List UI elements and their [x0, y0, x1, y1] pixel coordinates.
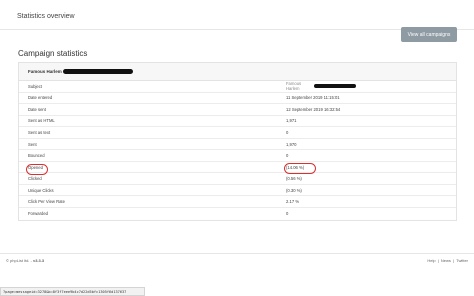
row-value: 1,970: [286, 141, 297, 147]
row-value: 12 September 2019 16:32:54: [286, 106, 341, 112]
footer-separator: |: [453, 258, 455, 263]
opened-label-annotation: [26, 164, 48, 175]
table-row: Opened (14.06 %): [19, 162, 456, 174]
table-row: Unique Clicks (0.30 %): [19, 185, 456, 197]
page-title: Statistics overview: [17, 13, 75, 20]
row-label: Date entered: [28, 95, 53, 101]
status-bar-url: ?page=messageid=3278&b=8f3f7eee9b4c7d22d…: [0, 287, 145, 296]
table-row: Clicked (0.56 %): [19, 173, 456, 185]
section-title: Campaign statistics: [18, 49, 88, 58]
footer-copyright: © phpList ltd. - v3.3.3: [6, 258, 44, 263]
table-row: Click Per View Rate 2.17 %: [19, 196, 456, 209]
row-label: Sent: [28, 141, 37, 147]
row-label: Bounced: [28, 153, 45, 159]
row-value: (0.56 %): [286, 176, 302, 182]
footer-links: Help | News | Twitter: [426, 258, 468, 263]
row-label: Forwarded: [28, 211, 49, 217]
copyright-text: © phpList ltd. -: [6, 258, 32, 263]
campaign-name-header: Famous Harlem: [19, 63, 456, 81]
campaign-name: Famous Harlem: [28, 69, 62, 74]
redaction-bar: [314, 84, 356, 89]
row-label: Click Per View Rate: [28, 199, 65, 205]
row-label: Unique Clicks: [28, 187, 54, 193]
table-row: Sent 1,970: [19, 139, 456, 151]
footer-divider: [0, 253, 474, 254]
campaign-stats-table: Famous Harlem Subject Famous Harlem Date e…: [18, 62, 457, 221]
row-value: 0: [286, 211, 289, 217]
row-label: Subject: [28, 83, 42, 89]
row-value: Famous Harlem: [286, 81, 302, 92]
table-row: Forwarded 0: [19, 208, 456, 220]
footer-link-news[interactable]: News: [441, 258, 451, 263]
footer-separator: |: [437, 258, 439, 263]
row-value: (0.30 %): [286, 187, 302, 193]
view-all-campaigns-button[interactable]: View all campaigns: [401, 27, 457, 42]
table-row: Bounced 0: [19, 150, 456, 162]
table-row: Subject Famous Harlem: [19, 81, 456, 93]
row-label: Sent as text: [28, 129, 51, 135]
row-value: 11 September 2019 11:15:01: [286, 95, 340, 101]
footer-link-twitter[interactable]: Twitter: [456, 258, 468, 263]
row-value: 1,971: [286, 118, 297, 124]
row-label: Sent as HTML: [28, 118, 55, 124]
footer-link-help[interactable]: Help: [427, 258, 435, 263]
row-value: 0: [286, 153, 289, 159]
row-label: Clicked: [28, 176, 42, 182]
opened-value-annotation: [284, 163, 316, 174]
overview-header: Statistics overview: [0, 0, 474, 30]
table-row: Sent as text 0: [19, 127, 456, 139]
redaction-bar: [62, 69, 133, 74]
version-text: v3.3.3: [32, 258, 45, 263]
table-row: Sent as HTML 1,971: [19, 116, 456, 128]
row-value: 0: [286, 129, 289, 135]
row-label: Opened: [28, 164, 43, 170]
table-row: Date sent 12 September 2019 16:32:54: [19, 104, 456, 116]
table-row: Date entered 11 September 2019 11:15:01: [19, 93, 456, 105]
row-value: 2.17 %: [286, 199, 300, 205]
row-label: Date sent: [28, 106, 46, 112]
